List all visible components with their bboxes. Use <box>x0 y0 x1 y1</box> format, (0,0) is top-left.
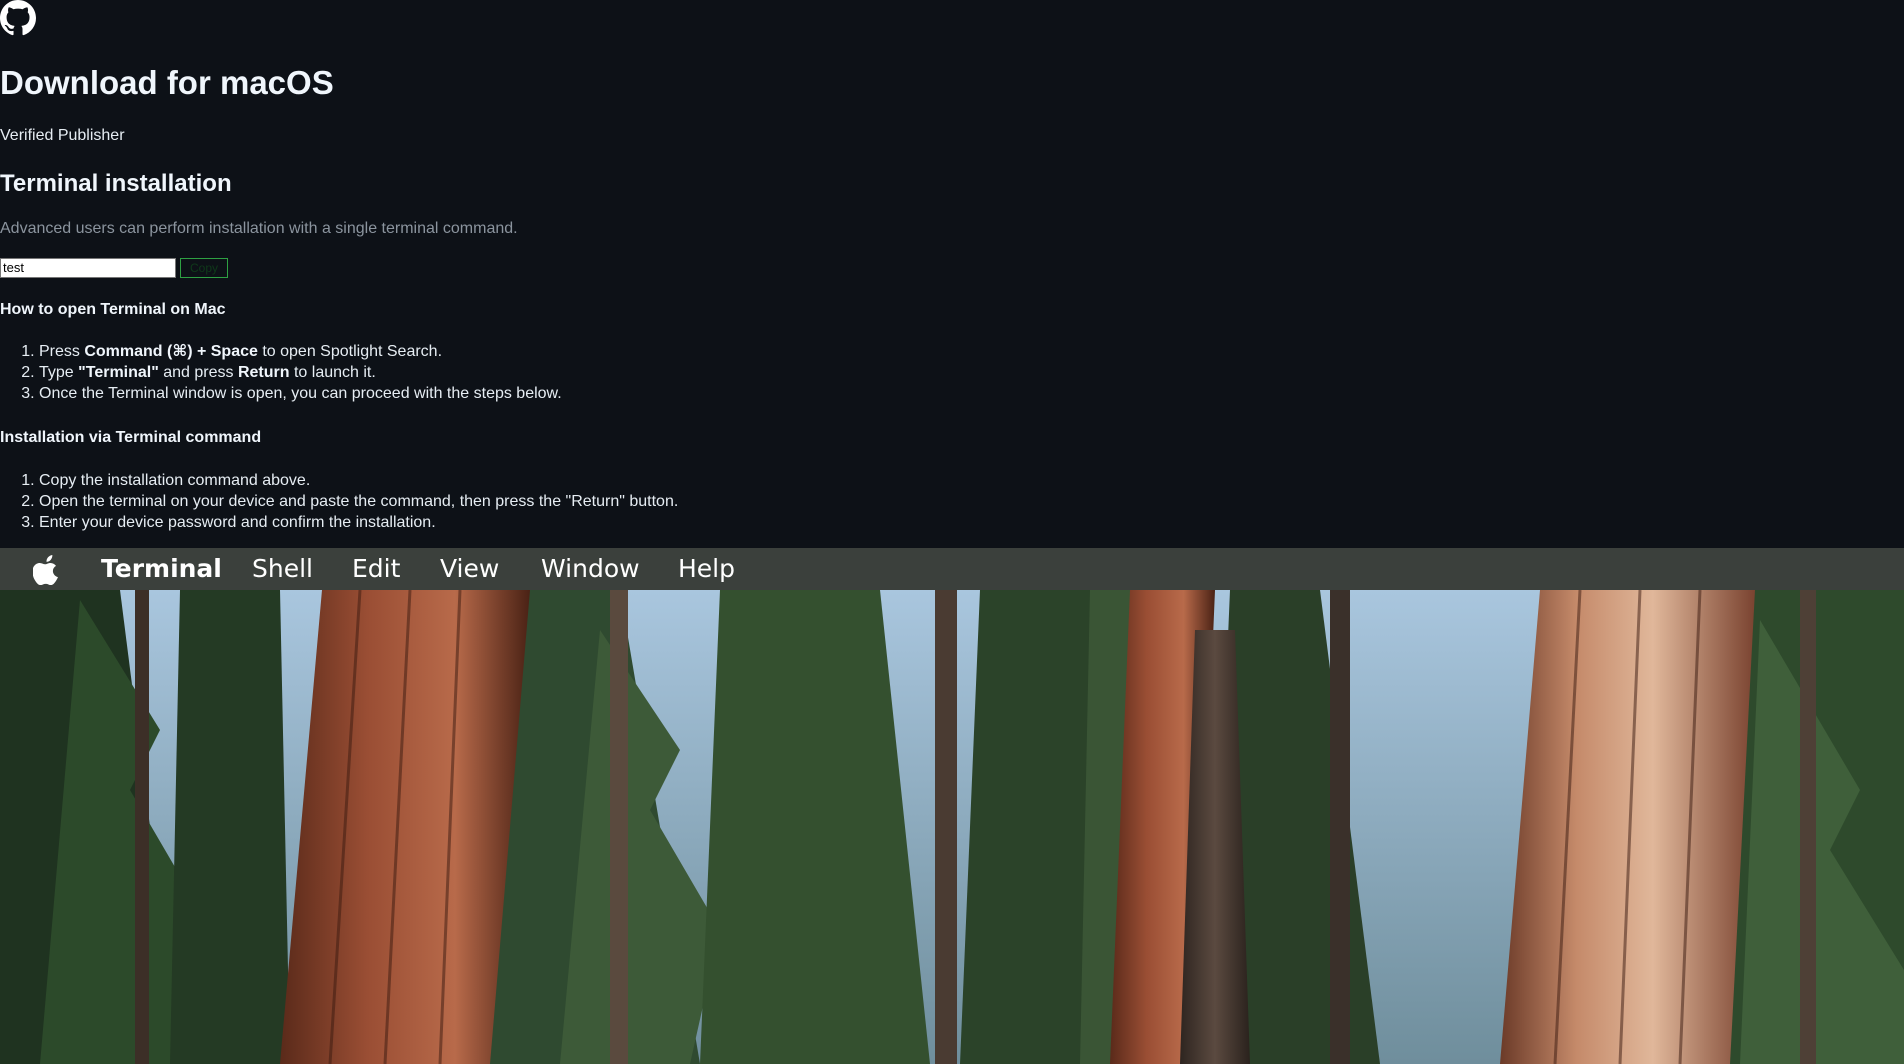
copy-command-button[interactable]: Copy <box>180 258 228 278</box>
macos-menu-bar: Terminal Shell Edit View Window Help <box>0 548 1904 590</box>
list-item: Press Command (⌘) + Space to open Spotli… <box>39 341 562 362</box>
menu-edit[interactable]: Edit <box>352 548 400 590</box>
list-item: Once the Terminal window is open, you ca… <box>39 383 562 404</box>
menu-help[interactable]: Help <box>678 548 735 590</box>
list-item: Type "Terminal" and press Return to laun… <box>39 362 562 383</box>
menu-shell[interactable]: Shell <box>252 548 313 590</box>
list-item: Copy the installation command above. <box>39 470 678 491</box>
verified-publisher-label: Verified Publisher <box>0 127 125 144</box>
terminal-installation-heading: Terminal installation <box>0 170 232 197</box>
page-title: Download for macOS <box>0 64 334 101</box>
how-to-open-terminal-heading: How to open Terminal on Mac <box>0 301 226 318</box>
terminal-installation-description: Advanced users can perform installation … <box>0 220 518 237</box>
desktop-wallpaper <box>0 590 1904 1064</box>
github-logo-icon[interactable] <box>0 0 36 36</box>
install-command-input[interactable] <box>0 258 176 278</box>
list-item: Enter your device password and confirm t… <box>39 512 678 533</box>
apple-icon[interactable] <box>33 555 61 585</box>
list-item: Open the terminal on your device and pas… <box>39 491 678 512</box>
download-page: Download for macOS Verified Publisher Te… <box>0 0 1904 548</box>
installation-steps: Copy the installation command above. Ope… <box>0 470 678 533</box>
menu-window[interactable]: Window <box>541 548 640 590</box>
menu-terminal[interactable]: Terminal <box>101 548 222 590</box>
command-row: Copy <box>0 257 228 279</box>
installation-via-terminal-heading: Installation via Terminal command <box>0 429 262 446</box>
menu-view[interactable]: View <box>440 548 499 590</box>
how-to-open-steps: Press Command (⌘) + Space to open Spotli… <box>0 341 562 404</box>
